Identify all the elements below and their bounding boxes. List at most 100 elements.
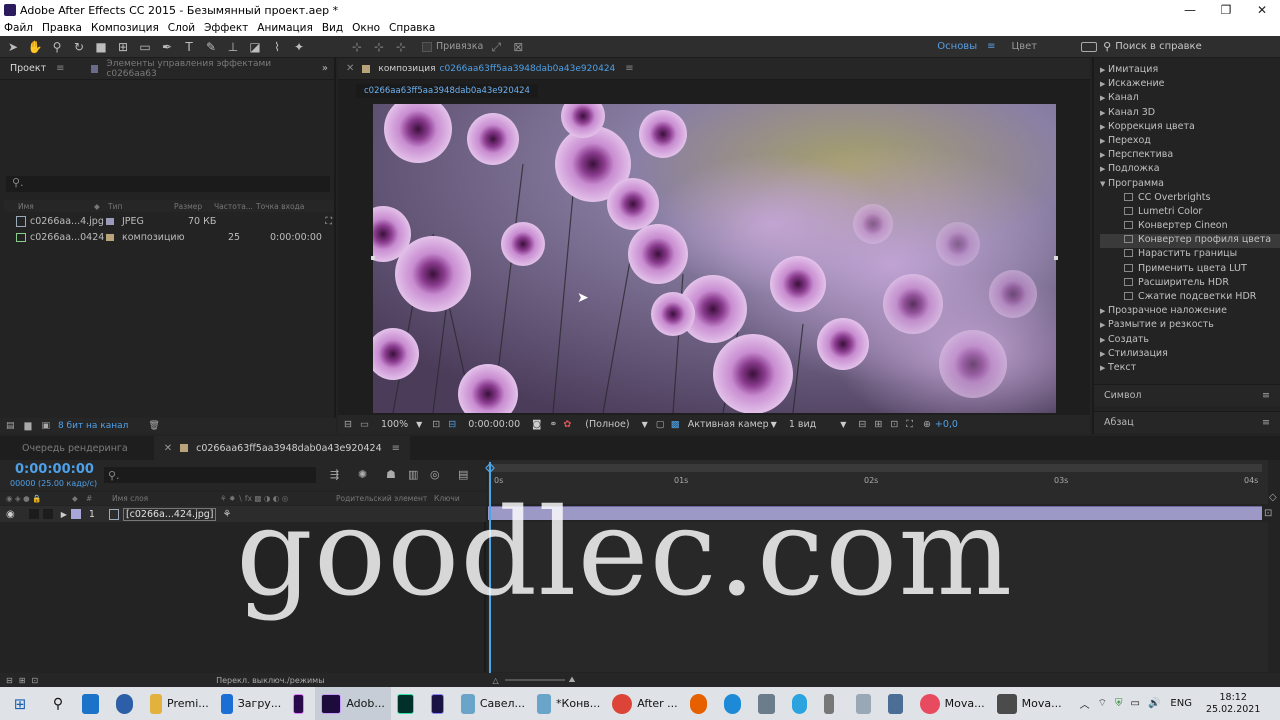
project-search-input[interactable]: ⚲.: [6, 176, 330, 192]
cloud-sync-icon[interactable]: [882, 687, 914, 720]
effect-category[interactable]: ▶ Имитация: [1100, 64, 1280, 78]
shy-layers-icon[interactable]: ☗: [386, 468, 396, 481]
tray-chevron-icon[interactable]: ︿: [1080, 696, 1090, 711]
hand-tool-icon[interactable]: ✋: [26, 38, 44, 56]
close-button[interactable]: ✕: [1244, 0, 1280, 20]
effect-category-expanded[interactable]: ▼ Программа: [1100, 178, 1280, 192]
new-composition-icon[interactable]: ▣: [41, 421, 50, 431]
bit-depth-button[interactable]: 8 бит на канал: [58, 421, 128, 431]
camera-tool-icon[interactable]: ■: [92, 38, 110, 56]
effect-item[interactable]: Сжатие подсветки HDR: [1100, 291, 1280, 305]
toggle-switches-modes[interactable]: Перекл. выключ./режимы: [216, 676, 324, 685]
premiere-pro-icon[interactable]: [287, 687, 315, 720]
col-size[interactable]: Размер: [174, 202, 214, 211]
zoom-select[interactable]: 100%: [381, 419, 408, 430]
comp-mini-flowchart-icon[interactable]: ⇶: [330, 468, 339, 481]
zoom-in-time-icon[interactable]: ◇: [1269, 492, 1277, 503]
effect-item[interactable]: Применить цвета LUT: [1100, 263, 1280, 277]
grid-icon[interactable]: ⊡: [432, 419, 440, 430]
draft-3d-icon[interactable]: ✺: [358, 468, 367, 481]
workspace-menu-icon[interactable]: ≡: [987, 41, 995, 52]
shy-switch-icon[interactable]: ⚘: [222, 509, 231, 520]
zoom-out-time-icon[interactable]: △: [493, 676, 499, 685]
device-icon[interactable]: [818, 687, 850, 720]
layer-search-input[interactable]: ⚲.: [104, 467, 316, 483]
effect-category[interactable]: ▶ Стилизация: [1100, 348, 1280, 362]
snap-checkbox[interactable]: [422, 41, 432, 52]
effect-item-selected[interactable]: Конвертер профиля цвета: [1100, 234, 1280, 249]
puppet-tool-icon[interactable]: ✦: [290, 38, 308, 56]
comp-breadcrumb[interactable]: c0266aa63ff5aa3948dab0a43e920424: [356, 84, 538, 98]
effect-category[interactable]: ▶ Канал: [1100, 92, 1280, 106]
show-snapshot-icon[interactable]: ⚭: [549, 419, 557, 430]
project-item[interactable]: c0266aa...4.jpg JPEG 70 КБ ⛶: [16, 214, 334, 229]
resolution-select[interactable]: (Полное): [585, 419, 629, 430]
window-app-icon[interactable]: [850, 687, 882, 720]
comp-menu-icon[interactable]: ≡: [625, 63, 633, 74]
menu-animation[interactable]: Анимация: [257, 22, 313, 34]
menu-file[interactable]: Файл: [4, 22, 33, 34]
taskbar-app-savel[interactable]: Савел...: [455, 687, 531, 720]
layer-switches-toggle-icon[interactable]: ⊟: [6, 676, 13, 685]
layer-handle[interactable]: [371, 256, 375, 260]
comp-name[interactable]: c0266aa63ff5aa3948dab0a43e920424: [440, 64, 616, 74]
col-type[interactable]: Тип: [108, 202, 174, 211]
project-menu-icon[interactable]: ≡: [56, 63, 64, 74]
taskbar-app-movavi[interactable]: Mova...: [914, 687, 991, 720]
lock-toggle[interactable]: [42, 509, 53, 519]
eraser-tool-icon[interactable]: ◪: [246, 38, 264, 56]
snapshot-icon[interactable]: ◙: [532, 419, 541, 430]
always-preview-icon[interactable]: ⊟: [344, 419, 352, 430]
monitor-icon[interactable]: ▭: [360, 419, 369, 430]
character-panel-header[interactable]: Символ ≡: [1094, 384, 1280, 406]
brush-tool-icon[interactable]: ✎: [202, 38, 220, 56]
tab-comp-timeline[interactable]: ✕ c0266aa63ff5aa3948dab0a43e920424 ≡: [153, 436, 411, 460]
snap-grid-icon[interactable]: ⊠: [509, 38, 527, 56]
help-search-input[interactable]: Поиск в справке: [1111, 38, 1262, 55]
mail-icon[interactable]: [76, 687, 110, 720]
close-tab-icon[interactable]: ✕: [346, 63, 354, 74]
cloud-app-icon[interactable]: [752, 687, 786, 720]
paragraph-panel-header[interactable]: Абзац ≡: [1094, 411, 1280, 433]
exposure-reset-icon[interactable]: ⊕: [923, 419, 931, 430]
effect-category[interactable]: ▶ Канал 3D: [1100, 107, 1280, 121]
exposure-value[interactable]: +0,0: [935, 419, 958, 430]
selection-tool-icon[interactable]: ➤: [4, 38, 22, 56]
solo-toggle[interactable]: [28, 509, 39, 519]
zoom-dropdown-icon[interactable]: ▼: [416, 420, 422, 429]
resolution-dropdown-icon[interactable]: ▼: [642, 420, 648, 429]
timeline-icon[interactable]: ⊡: [890, 419, 898, 430]
character-menu-icon[interactable]: ≡: [1262, 390, 1270, 401]
effect-item[interactable]: CC Overbrights: [1100, 192, 1280, 206]
axis-view-icon[interactable]: ⊹: [392, 38, 410, 56]
visibility-eye-icon[interactable]: ◉: [6, 509, 15, 520]
workspace-color[interactable]: Цвет: [1012, 41, 1038, 52]
rotate-tool-icon[interactable]: ↻: [70, 38, 88, 56]
region-of-interest-icon[interactable]: ⊟: [448, 419, 456, 430]
effect-category[interactable]: ▶ Перспектива: [1100, 149, 1280, 163]
effect-item[interactable]: Расширитель HDR: [1100, 277, 1280, 291]
panel-overflow-icon[interactable]: »: [322, 63, 328, 74]
edge-icon[interactable]: [718, 687, 752, 720]
minimize-button[interactable]: —: [1172, 0, 1208, 20]
views-select[interactable]: 1 вид: [789, 419, 816, 430]
col-in-point[interactable]: Точка входа: [256, 202, 316, 211]
roto-brush-tool-icon[interactable]: ⌇: [268, 38, 286, 56]
composition-viewer-image[interactable]: [373, 104, 1056, 413]
language-indicator[interactable]: ENG: [1170, 698, 1192, 709]
firefox-icon[interactable]: [684, 687, 718, 720]
axis-world-icon[interactable]: ⊹: [370, 38, 388, 56]
layer-name[interactable]: [c0266a...424.jpg]: [122, 507, 217, 521]
col-layer-name[interactable]: Имя слоя: [112, 494, 220, 503]
toggle-pixel-aspect-icon[interactable]: ⊟: [858, 419, 866, 430]
clock[interactable]: 18:12 25.02.2021: [1206, 692, 1260, 716]
project-item[interactable]: c0266aa...0424 композицию 25 0:00:00:00: [16, 230, 334, 245]
effect-item[interactable]: Lumetri Color: [1100, 206, 1280, 220]
transparency-grid-icon[interactable]: ▩: [671, 419, 680, 430]
flowchart-icon[interactable]: ⛶: [906, 419, 913, 430]
start-windows-icon[interactable]: ⊞: [0, 687, 40, 720]
interpret-footage-icon[interactable]: ▤: [6, 421, 15, 431]
menu-effect[interactable]: Эффект: [204, 22, 248, 34]
frame-blending-icon[interactable]: ▥: [408, 468, 418, 481]
transfer-controls-icon[interactable]: ⊞: [19, 676, 26, 685]
